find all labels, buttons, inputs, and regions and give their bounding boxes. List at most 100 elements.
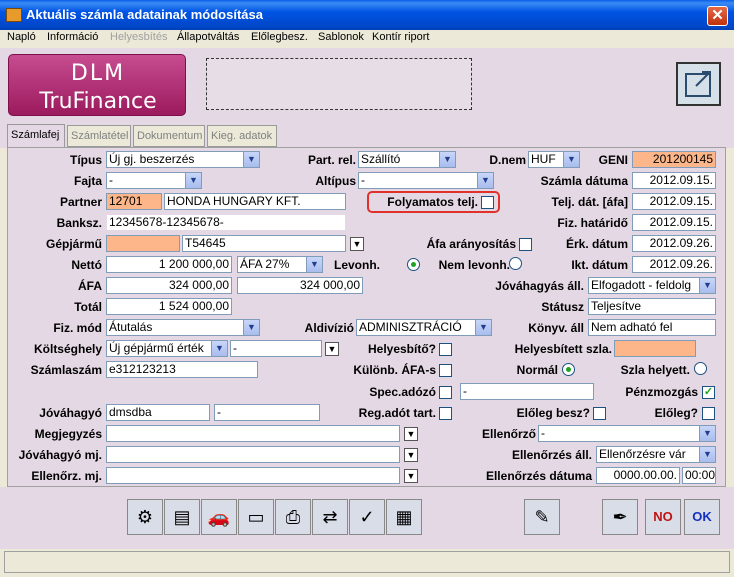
- reg-adot-tart-checkbox[interactable]: [439, 407, 452, 420]
- koltseghely-select[interactable]: Új gépjármű érték ▼: [106, 340, 228, 357]
- tab-kieg-adatok[interactable]: Kieg. adatok: [207, 125, 277, 147]
- notes-icon[interactable]: ✎: [524, 499, 560, 535]
- invoice-icon[interactable]: ⎙: [275, 499, 311, 535]
- ellenorzes-all-value: Ellenőrzésre vár: [599, 447, 686, 461]
- ellenorzes-all-select[interactable]: Ellenőrzésre vár ▼: [596, 446, 716, 463]
- koltseghely-field-2[interactable]: -: [230, 340, 322, 357]
- gears-icon[interactable]: ⚙: [127, 499, 163, 535]
- penzmozgas-checkbox[interactable]: ✓: [702, 386, 715, 399]
- ikt-datum-field[interactable]: 2012.09.26.: [632, 256, 716, 273]
- helyesbito-checkbox[interactable]: [439, 343, 452, 356]
- menu-informacio[interactable]: Információ: [47, 31, 98, 43]
- partner-code-field[interactable]: 12701: [106, 193, 162, 210]
- ok-button[interactable]: OK: [684, 499, 720, 535]
- menu-eloleg-besz[interactable]: Előlegbesz.: [251, 31, 308, 43]
- partner-name-field[interactable]: HONDA HUNGARY KFT.: [164, 193, 346, 210]
- chevron-down-icon: ▼: [243, 320, 259, 335]
- fajta-select[interactable]: - ▼: [106, 172, 202, 189]
- tipus-value: Új gj. beszerzés: [109, 152, 195, 166]
- close-button[interactable]: ✕: [707, 6, 728, 26]
- szamlaszam-field[interactable]: e312123213: [106, 361, 258, 378]
- eloleg-checkbox[interactable]: [702, 407, 715, 420]
- erk-datum-field[interactable]: 2012.09.26.: [632, 235, 716, 252]
- afa-label: ÁFA: [78, 279, 102, 293]
- sign-icon[interactable]: ✒: [602, 499, 638, 535]
- menu-bar: Napló Információ Helyesbítés Állapotvált…: [0, 30, 734, 48]
- altipus-select[interactable]: - ▼: [358, 172, 494, 189]
- nem-levonh-radio[interactable]: [509, 257, 522, 270]
- afa-aranyositas-checkbox[interactable]: [519, 238, 532, 251]
- fiz-hatarido-field[interactable]: 2012.09.15.: [632, 214, 716, 231]
- kulonb-afa-checkbox[interactable]: [439, 364, 452, 377]
- report-icon[interactable]: ▦: [386, 499, 422, 535]
- gepjarmu-field[interactable]: [106, 235, 180, 252]
- normal-radio[interactable]: [562, 363, 575, 376]
- jovahagyo-field[interactable]: dmsdba: [106, 404, 210, 421]
- szla-helyett-label: Szla helyett.: [620, 363, 690, 377]
- tipus-label: Típus: [70, 153, 102, 167]
- konyv-all-field: Nem adható fel: [588, 319, 716, 336]
- folyamatos-telj-checkbox[interactable]: [481, 196, 494, 209]
- tab-szamlatetel[interactable]: Számlatétel: [67, 125, 131, 147]
- car-icon[interactable]: 🚗: [201, 499, 237, 535]
- transfer-icon[interactable]: ⇄: [312, 499, 348, 535]
- truck-icon[interactable]: ▭: [238, 499, 274, 535]
- ellenorzes-ido-field[interactable]: 00:00: [682, 467, 716, 484]
- aldivizio-select[interactable]: ADMINISZTRÁCIÓ ▼: [356, 319, 492, 336]
- nem-levonh-label: Nem levonh.: [438, 258, 510, 272]
- statusz-label: Státusz: [541, 300, 584, 314]
- check-list-icon[interactable]: ✓: [349, 499, 385, 535]
- spec-adozo-checkbox[interactable]: [439, 386, 452, 399]
- ellenorzo-select[interactable]: - ▼: [538, 425, 716, 442]
- tab-szamlafej[interactable]: Számlafej: [7, 124, 65, 148]
- szamla-datuma-field[interactable]: 2012.09.15.: [632, 172, 716, 189]
- export-button[interactable]: [676, 62, 721, 106]
- menu-naplo[interactable]: Napló: [7, 31, 36, 43]
- eloleg-besz-checkbox[interactable]: [593, 407, 606, 420]
- aldivizio-value: ADMINISZTRÁCIÓ: [359, 320, 462, 334]
- fiz-mod-select[interactable]: Átutalás ▼: [106, 319, 260, 336]
- gepjarmu-plate-field[interactable]: T54645: [182, 235, 346, 252]
- total-field[interactable]: 1 524 000,00: [106, 298, 232, 315]
- ellenorz-mj-expand-icon[interactable]: ▼: [404, 469, 418, 483]
- menu-sablonok[interactable]: Sablonok: [318, 31, 364, 43]
- app-icon: [6, 8, 22, 22]
- menu-allapotvaltas[interactable]: Állapotváltás: [177, 31, 239, 43]
- afa-field[interactable]: 324 000,00: [106, 277, 232, 294]
- helyesbitett-szla-field[interactable]: [614, 340, 696, 357]
- menu-helyesbites: Helyesbítés: [110, 31, 168, 43]
- afa-rate-select[interactable]: ÁFA 27% ▼: [237, 256, 323, 273]
- dnem-select[interactable]: HUF ▼: [528, 151, 580, 168]
- netto-field[interactable]: 1 200 000,00: [106, 256, 232, 273]
- chevron-down-icon: ▼: [563, 152, 579, 167]
- spec-adozo-field[interactable]: -: [460, 383, 594, 400]
- documents-icon[interactable]: ▤: [164, 499, 200, 535]
- tab-dokumentum[interactable]: Dokumentum: [133, 125, 205, 147]
- koltseghely-lookup-icon[interactable]: ▼: [325, 342, 339, 356]
- levonh-radio[interactable]: [407, 258, 420, 271]
- szla-helyett-radio[interactable]: [694, 362, 707, 375]
- no-button[interactable]: NO: [645, 499, 681, 535]
- netto-label: Nettó: [71, 258, 102, 272]
- telj-dat-field[interactable]: 2012.09.15.: [632, 193, 716, 210]
- ellenorzes-datuma-field[interactable]: 0000.00.00.: [596, 467, 680, 484]
- gepjarmu-lookup-icon[interactable]: ▼: [350, 237, 364, 251]
- afa-field-2[interactable]: 324 000,00: [237, 277, 363, 294]
- megjegyzes-expand-icon[interactable]: ▼: [404, 427, 418, 441]
- levonh-label: Levonh.: [333, 258, 380, 272]
- konyv-all-label: Könyv. áll: [528, 321, 584, 335]
- banksz-field[interactable]: 12345678-12345678-: [106, 214, 346, 231]
- ellenorz-mj-field[interactable]: [106, 467, 400, 484]
- dnem-label: D.nem: [489, 153, 526, 167]
- tipus-select[interactable]: Új gj. beszerzés ▼: [106, 151, 260, 168]
- normal-label: Normál: [516, 363, 558, 377]
- geni-field[interactable]: 201200145: [632, 151, 716, 168]
- jovahagyo-mj-expand-icon[interactable]: ▼: [404, 448, 418, 462]
- jovahagyas-all-select[interactable]: Elfogadott - feldolg ▼: [588, 277, 716, 294]
- szamlaszam-label: Számlaszám: [30, 363, 102, 377]
- part-rel-select[interactable]: Szállító ▼: [358, 151, 456, 168]
- megjegyzes-field[interactable]: [106, 425, 400, 442]
- jovahagyo-field-2[interactable]: -: [214, 404, 320, 421]
- menu-kontir-riport[interactable]: Kontír riport: [372, 31, 429, 43]
- jovahagyo-mj-field[interactable]: [106, 446, 400, 463]
